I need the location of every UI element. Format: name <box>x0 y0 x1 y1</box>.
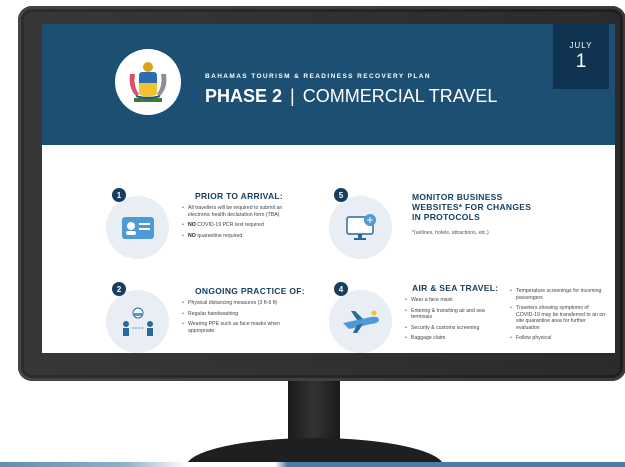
air-sea-list-left: Wear a face mask Entering & transiting a… <box>405 297 495 346</box>
date-badge: JULY 1 <box>553 24 609 89</box>
id-card-icon <box>106 196 169 259</box>
monitor-bezel: BAHAMAS TOURISM & READINESS RECOVERY PLA… <box>18 6 625 381</box>
step-number-badge: 5 <box>334 188 348 202</box>
list-item-text: quarantine required <box>197 232 243 239</box>
list-item: Travelers showing symptoms of COVID-19 m… <box>510 305 608 331</box>
section-title-prior-to-arrival: PRIOR TO ARRIVAL: <box>195 191 284 201</box>
step-number-badge: 4 <box>334 282 348 296</box>
list-item: NO COVID-19 PCR test required <box>182 222 290 229</box>
list-item: Wearing PPE such as face masks when appr… <box>182 321 297 334</box>
bold-prefix: NO <box>188 232 196 239</box>
airplane-graphic <box>342 310 379 333</box>
date-month: JULY <box>569 41 593 50</box>
list-item: All travellers will be required to submi… <box>182 205 290 218</box>
section-title-ongoing-practice: ONGOING PRACTICE OF: <box>195 286 305 296</box>
coat-of-arms-graphic <box>129 62 167 102</box>
distancing-graphic <box>122 307 153 336</box>
computer-graphic <box>345 213 376 240</box>
websites-note: *(airlines, hotels, attractions, etc.) <box>412 230 489 236</box>
section-title-air-sea-travel: AIR & SEA TRAVEL: <box>412 283 499 293</box>
list-item: Follow physical <box>510 335 608 342</box>
bold-prefix: NO <box>188 222 196 228</box>
bottom-decorative-stripe <box>0 462 625 467</box>
step-number-badge: 2 <box>112 282 126 296</box>
phase-separator: | <box>290 86 295 106</box>
list-item: Baggage claim <box>405 335 495 342</box>
poster-header: BAHAMAS TOURISM & READINESS RECOVERY PLA… <box>42 24 615 145</box>
list-item: Security & customs screening <box>405 325 495 332</box>
list-item: Regular handwashing <box>182 311 297 318</box>
phase-heading: PHASE 2 | COMMERCIAL TRAVEL <box>205 86 497 107</box>
computer-monitor-icon <box>329 196 392 259</box>
id-card-graphic <box>121 216 154 239</box>
ongoing-practice-list: Physical distancing measures (3 ft-6 ft)… <box>182 300 297 338</box>
air-sea-list-right: Temperature screenings for incoming pass… <box>510 288 608 346</box>
bahamas-coat-of-arms-icon <box>115 49 181 115</box>
phase-label: PHASE 2 <box>205 86 283 106</box>
monitor-stand-neck <box>288 381 340 441</box>
phase-subtitle: COMMERCIAL TRAVEL <box>302 86 498 106</box>
list-item: Entering & transiting air and sea termin… <box>405 308 495 321</box>
section-title-monitor-websites: MONITOR BUSINESS WEBSITES* FOR CHANGES I… <box>412 192 532 222</box>
prior-to-arrival-list: All travellers will be required to submi… <box>182 205 290 243</box>
monitor-screen: BAHAMAS TOURISM & READINESS RECOVERY PLA… <box>42 24 615 353</box>
date-day: 1 <box>575 51 587 72</box>
list-item: NO quarantine required <box>182 233 290 240</box>
airplane-icon <box>329 290 392 353</box>
list-item: Physical distancing measures (3 ft-6 ft) <box>182 300 297 307</box>
list-item: Temperature screenings for incoming pass… <box>510 288 608 301</box>
list-item: Wear a face mask <box>405 297 495 304</box>
list-item-text: COVID-19 PCR test required <box>197 222 264 228</box>
plan-title: BAHAMAS TOURISM & READINESS RECOVERY PLA… <box>205 73 431 80</box>
step-number-badge: 1 <box>112 188 126 202</box>
handwashing-distancing-icon <box>106 290 169 353</box>
